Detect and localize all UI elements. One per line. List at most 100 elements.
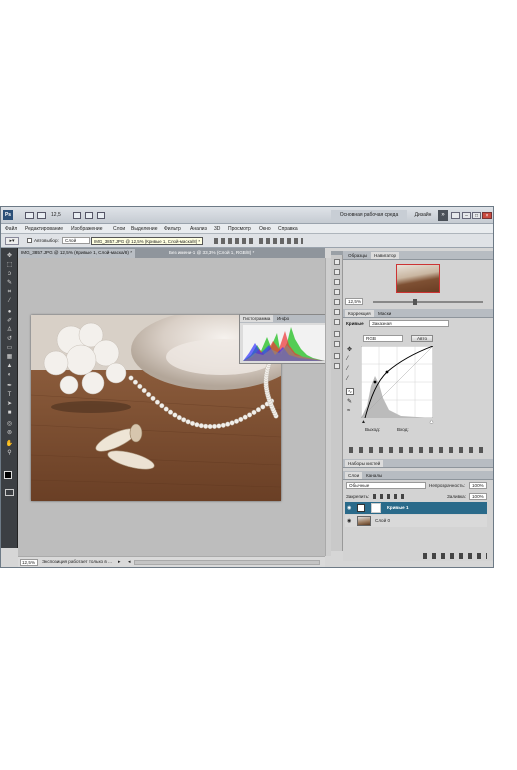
black-slider-icon[interactable]: ▲ (361, 419, 366, 425)
blur-tool-icon[interactable]: ▲ (5, 362, 14, 370)
opacity-field[interactable]: 100% (469, 482, 487, 489)
gradient-tool-icon[interactable]: ▦ (5, 353, 14, 361)
layer-row[interactable]: ◉ Слой 0 (345, 515, 487, 527)
menu-item-filter[interactable]: Фильтр (164, 226, 181, 232)
bridge-icon[interactable] (25, 212, 34, 219)
eraser-tool-icon[interactable]: ▭ (5, 344, 14, 352)
quick-select-tool-icon[interactable]: ✎ (5, 279, 14, 287)
screen-mode-icon[interactable] (97, 212, 105, 219)
zoom-tool-icon[interactable]: ⚲ (5, 449, 14, 457)
more-workspaces-icon[interactable]: » (438, 210, 448, 221)
hand-tool-icon[interactable]: ✋ (5, 440, 14, 448)
crop-tool-icon[interactable]: ⌗ (5, 288, 14, 296)
navigator-zoom-slider[interactable] (373, 301, 483, 303)
tab-adjustments[interactable]: Коррекция (345, 310, 374, 317)
distribute-icons[interactable] (259, 238, 303, 244)
move-tool-icon[interactable]: ✥ (5, 252, 14, 260)
slider-thumb[interactable] (413, 299, 417, 305)
navigator-zoom[interactable]: 12,5% (345, 298, 363, 305)
panel-icon-4[interactable] (334, 289, 340, 295)
path-select-tool-icon[interactable]: ➤ (5, 400, 14, 408)
workspace-button[interactable]: Основная рабочая среда (331, 210, 407, 221)
status-arrow-icon[interactable]: ▸ (118, 559, 121, 565)
tab-img-3857[interactable]: IMG_3857.JPG @ 12,5% (Кривые 1, Слой-мас… (18, 249, 135, 258)
smooth-curve-icon[interactable]: ≈ (347, 408, 350, 414)
tab-masks[interactable]: Маски (375, 310, 394, 317)
channel-dropdown[interactable]: RGB (363, 335, 403, 342)
canvas-area[interactable]: Гистограмма Инфо (18, 258, 329, 556)
layer-mask-thumbnail[interactable] (371, 503, 381, 513)
menu-item-help[interactable]: Справка (278, 226, 298, 232)
adjustment-bottom-icons[interactable] (349, 447, 489, 453)
brush-tool-icon[interactable]: ✐ (5, 317, 14, 325)
layers-bottom-icons[interactable] (423, 553, 487, 559)
panel-icon-7[interactable] (334, 319, 340, 325)
dodge-tool-icon[interactable]: ◐ (5, 371, 14, 379)
layer-row[interactable]: ◉ Кривые 1 (345, 502, 487, 514)
type-tool-icon[interactable]: T (5, 391, 14, 399)
stamp-tool-icon[interactable]: ♙ (5, 326, 14, 334)
marquee-tool-icon[interactable]: ⬚ (5, 261, 14, 269)
tab-info[interactable]: Инфо (274, 315, 292, 322)
align-icons[interactable] (214, 238, 254, 244)
horizontal-scrollbar[interactable] (134, 560, 320, 565)
pen-tool-icon[interactable]: ✒ (5, 382, 14, 390)
move-tool-preset-icon[interactable]: ▸▾ (5, 237, 19, 245)
hand-icon[interactable] (73, 212, 81, 219)
status-zoom[interactable]: 12,5% (20, 559, 38, 566)
autoselect-checkbox[interactable] (27, 238, 32, 243)
menu-item-view[interactable]: Просмотр (228, 226, 251, 232)
eyedropper-tool-icon[interactable]: ⁄ (5, 297, 14, 305)
cslive-icon[interactable] (451, 212, 460, 219)
draw-curve-icon[interactable]: ✎ (347, 398, 352, 405)
tab-histogram[interactable]: Гистограмма (240, 315, 274, 322)
minimize-button[interactable]: – (462, 212, 471, 219)
lasso-tool-icon[interactable]: ↄ (5, 270, 14, 278)
menu-item-image[interactable]: Изображение (71, 226, 103, 232)
on-image-adjust-icon[interactable]: ✥ (347, 346, 352, 353)
blend-mode-dropdown[interactable]: Обычные (346, 482, 426, 489)
healing-tool-icon[interactable]: ● (5, 308, 14, 316)
white-slider-icon[interactable]: ▲ (429, 419, 434, 425)
maximize-button[interactable]: □ (472, 212, 481, 219)
menu-item-file[interactable]: Файл (5, 226, 17, 232)
arrange-icon[interactable] (37, 212, 46, 219)
menu-item-window[interactable]: Окно (259, 226, 271, 232)
history-brush-tool-icon[interactable]: ↺ (5, 335, 14, 343)
navigator-preview[interactable] (396, 264, 440, 293)
menu-item-analysis[interactable]: Анализ (190, 226, 207, 232)
gray-point-eyedropper-icon[interactable]: ⁄ (347, 366, 348, 372)
close-button[interactable]: × (482, 212, 492, 219)
panel-icon-9[interactable] (334, 341, 340, 347)
curves-graph[interactable] (361, 346, 433, 418)
panel-icon-11[interactable] (334, 363, 340, 369)
3d-rotate-tool-icon[interactable]: ◎ (5, 420, 14, 428)
panel-icon-10[interactable] (334, 353, 340, 359)
design-button[interactable]: Дизайн (409, 210, 437, 221)
curves-preset-dropdown[interactable]: Заказная (369, 320, 449, 327)
foreground-color-swatch[interactable] (4, 471, 12, 479)
shape-tool-icon[interactable]: ■ (5, 409, 14, 417)
tab-swatches[interactable]: Образцы (345, 252, 370, 259)
visibility-eye-icon[interactable]: ◉ (347, 518, 351, 524)
panel-icon-1[interactable] (334, 259, 340, 265)
3d-orbit-tool-icon[interactable]: ⊚ (5, 429, 14, 437)
panel-icon-8[interactable] (334, 331, 340, 337)
edit-points-icon[interactable]: ∿ (346, 388, 354, 395)
white-point-eyedropper-icon[interactable]: ⁄ (347, 376, 348, 382)
black-point-eyedropper-icon[interactable]: ⁄ (347, 356, 348, 362)
panel-icon-5[interactable] (334, 299, 340, 305)
panel-icon-3[interactable] (334, 279, 340, 285)
tab-untitled-1[interactable]: Без имени-1 @ 33,3% (Слой 1, RGB/8) * (166, 249, 257, 258)
menu-item-layers[interactable]: Слои (113, 226, 125, 232)
zoom-level[interactable]: 12,5 (51, 212, 61, 218)
tab-layers[interactable]: Слои (345, 472, 363, 479)
menu-item-3d[interactable]: 3D (214, 226, 220, 232)
lock-icons[interactable] (373, 494, 407, 499)
autoselect-dropdown[interactable]: Слой (62, 237, 90, 244)
visibility-eye-icon[interactable]: ◉ (347, 505, 351, 511)
tab-brush-sets[interactable]: Наборы кистей (345, 460, 384, 467)
menu-item-select[interactable]: Выделение (131, 226, 158, 232)
rotate-icon[interactable] (85, 212, 93, 219)
panel-icon-2[interactable] (334, 269, 340, 275)
